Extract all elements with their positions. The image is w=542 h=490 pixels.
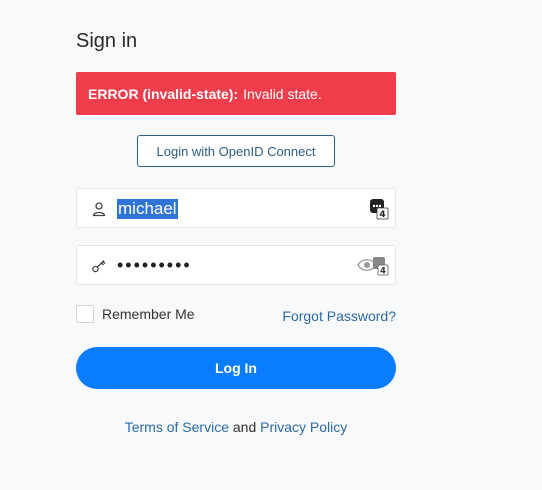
- username-field[interactable]: michael 4: [76, 188, 396, 228]
- footer-and: and: [232, 419, 257, 435]
- user-icon: [92, 202, 106, 217]
- forgot-password-link[interactable]: Forgot Password?: [282, 308, 396, 324]
- openid-connect-button[interactable]: Login with OpenID Connect: [137, 135, 335, 167]
- password-manager-badge: 4: [380, 267, 386, 277]
- password-manager-icon[interactable]: 4: [369, 198, 389, 220]
- legal-footer: Terms of Service and Privacy Policy: [0, 419, 472, 435]
- password-value[interactable]: •••••••••: [117, 255, 192, 275]
- key-icon: [92, 260, 106, 273]
- terms-of-service-link[interactable]: Terms of Service: [125, 419, 229, 435]
- password-manager-badge: 4: [379, 210, 385, 220]
- error-code: ERROR (invalid-state):: [88, 85, 239, 102]
- remember-me[interactable]: Remember Me: [76, 305, 195, 323]
- error-message: Invalid state.: [243, 85, 322, 102]
- privacy-policy-link[interactable]: Privacy Policy: [260, 419, 347, 435]
- page-title: Sign in: [76, 30, 138, 52]
- password-manager-icon[interactable]: 4: [373, 256, 389, 276]
- login-button[interactable]: Log In: [76, 347, 396, 389]
- error-alert: ERROR (invalid-state): Invalid state.: [76, 72, 396, 115]
- password-field[interactable]: ••••••••• 4: [76, 245, 396, 285]
- remember-me-checkbox[interactable]: [76, 305, 94, 323]
- username-value[interactable]: michael: [117, 199, 178, 219]
- remember-me-label[interactable]: Remember Me: [102, 306, 195, 322]
